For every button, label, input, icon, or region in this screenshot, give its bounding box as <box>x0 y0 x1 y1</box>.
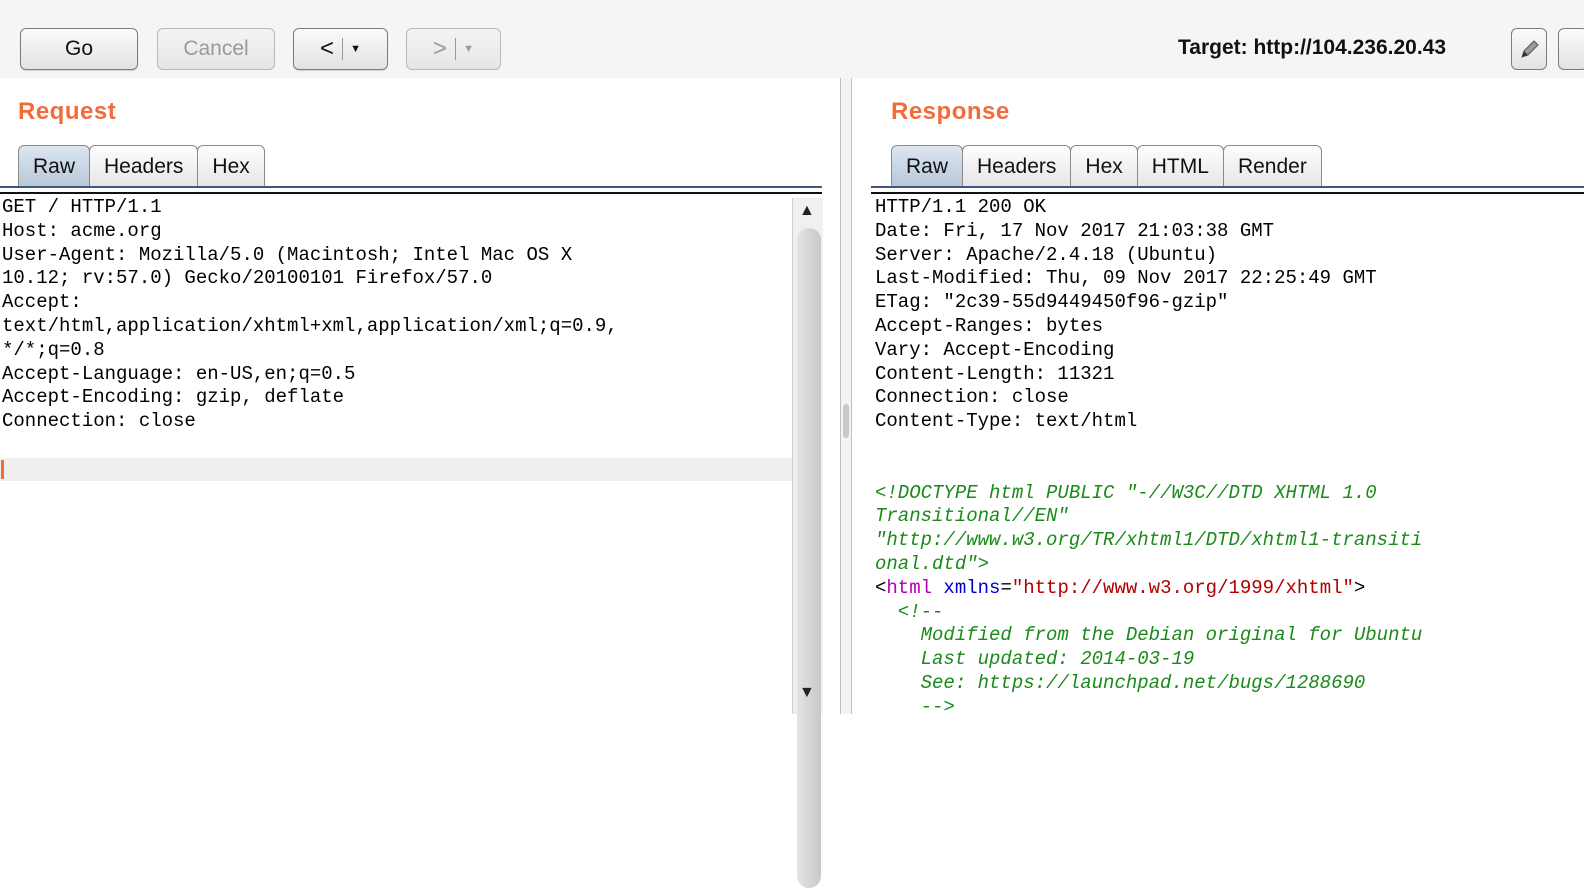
request-tabs: Raw Headers Hex <box>18 145 265 187</box>
comment-line: --> <box>875 695 955 714</box>
forward-arrow-icon: > <box>433 35 448 62</box>
scrollbar-thumb[interactable] <box>797 228 821 888</box>
back-button[interactable]: < ▼ <box>293 28 388 70</box>
tab-response-raw[interactable]: Raw <box>891 145 964 187</box>
toolbar: Go Cancel < ▼ > ▼ Target: http://104.236… <box>0 0 1584 78</box>
tab-response-headers[interactable]: Headers <box>962 145 1072 187</box>
pane-splitter[interactable] <box>840 78 852 714</box>
request-line: GET / HTTP/1.1 <box>2 196 162 218</box>
chevron-down-icon[interactable]: ▼ <box>456 43 474 55</box>
back-arrow-icon: < <box>320 35 335 62</box>
comment-line: Modified from the Debian original for Ub… <box>875 624 1423 647</box>
response-header-line: ETag: "2c39-55d9449450f96-gzip" <box>875 291 1229 314</box>
edit-target-button[interactable] <box>1511 28 1547 70</box>
doctype-line: <!DOCTYPE html PUBLIC "-//W3C//DTD XHTML… <box>875 481 1377 504</box>
request-scrollbar[interactable]: ▲ ▼ <box>792 198 823 888</box>
tag-close: > <box>1353 576 1366 599</box>
divider <box>0 192 822 194</box>
divider <box>871 192 1584 194</box>
target-label: Target: http://104.236.20.43 <box>1178 36 1447 59</box>
attr-name: xmlns <box>943 576 1001 599</box>
response-header-line: Server: Apache/2.4.18 (Ubuntu) <box>875 243 1218 266</box>
comment-line: Last updated: 2014-03-19 <box>875 648 1195 671</box>
tab-response-render[interactable]: Render <box>1222 145 1322 187</box>
response-header-line: Accept-Ranges: bytes <box>875 314 1104 337</box>
divider <box>0 186 822 188</box>
comment-line: See: https://launchpad.net/bugs/1288690 <box>875 671 1366 694</box>
scroll-down-icon[interactable]: ▼ <box>799 684 815 702</box>
response-header-line: Content-Type: text/html <box>875 410 1138 433</box>
cancel-button-label: Cancel <box>183 37 249 60</box>
tab-request-hex[interactable]: Hex <box>197 145 265 187</box>
response-header-line: Vary: Accept-Encoding <box>875 338 1115 361</box>
attr-eq: = <box>1000 576 1012 599</box>
response-header-line: Connection: close <box>875 386 1069 409</box>
response-header-line: Date: Fri, 17 Nov 2017 21:03:38 GMT <box>875 219 1275 242</box>
response-tabs: Raw Headers Hex HTML Render <box>891 145 1322 187</box>
chevron-down-icon[interactable]: ▼ <box>343 43 361 55</box>
request-editor[interactable]: GET / HTTP/1.1 Host: acme.org User-Agent: … <box>2 196 792 714</box>
response-header-line: HTTP/1.1 200 OK <box>875 196 1047 218</box>
html-tag-line: <html xmlns="http://www.w3.org/1999/xhtm… <box>875 577 1584 601</box>
divider <box>871 186 1584 188</box>
forward-button[interactable]: > ▼ <box>406 28 501 70</box>
go-button-label: Go <box>64 37 93 60</box>
doctype-line: "http://www.w3.org/TR/xhtml1/DTD/xhtml1-… <box>875 529 1423 552</box>
cancel-button[interactable]: Cancel <box>157 28 275 70</box>
pencil-icon <box>1521 40 1539 58</box>
response-header-line: Last-Modified: Thu, 09 Nov 2017 22:25:49… <box>875 267 1377 290</box>
go-button[interactable]: Go <box>20 28 138 70</box>
request-line: 10.12; rv:57.0) Gecko/20100101 Firefox/5… <box>2 267 493 290</box>
comment-line: <!-- <box>875 600 944 623</box>
request-title: Request <box>18 98 117 125</box>
scroll-up-icon[interactable]: ▲ <box>799 202 815 220</box>
help-button[interactable] <box>1558 28 1584 70</box>
request-line: */*;q=0.8 <box>2 338 105 361</box>
tab-request-raw[interactable]: Raw <box>18 145 91 187</box>
response-title: Response <box>891 98 1010 125</box>
request-line: Accept-Language: en-US,en;q=0.5 <box>2 362 356 385</box>
request-line: Connection: close <box>2 410 196 433</box>
tag-name: html <box>886 576 933 599</box>
response-editor[interactable]: HTTP/1.1 200 OK Date: Fri, 17 Nov 2017 21… <box>875 196 1584 714</box>
tab-response-html[interactable]: HTML <box>1136 145 1224 187</box>
attr-value: "http://www.w3.org/1999/xhtml" <box>1011 576 1354 599</box>
request-line: Host: acme.org <box>2 219 162 242</box>
request-line: text/html,application/xhtml+xml,applicat… <box>2 314 618 337</box>
tag-open: < <box>875 576 887 599</box>
splitter-grip-icon[interactable] <box>843 404 849 438</box>
request-line: Accept-Encoding: gzip, deflate <box>2 386 345 409</box>
request-line: Accept: <box>2 291 82 314</box>
request-line: User-Agent: Mozilla/5.0 (Macintosh; Inte… <box>2 243 573 266</box>
doctype-line: Transitional//EN" <box>875 505 1069 528</box>
response-header-line: Content-Length: 11321 <box>875 362 1115 385</box>
tab-request-headers[interactable]: Headers <box>89 145 199 187</box>
doctype-line: onal.dtd"> <box>875 552 990 575</box>
tab-response-hex[interactable]: Hex <box>1070 145 1138 187</box>
